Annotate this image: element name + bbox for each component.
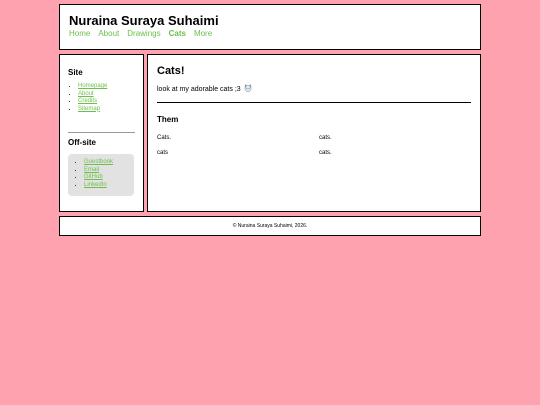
footer: © Nuraina Suraya Suhaimi, 2026. — [59, 216, 481, 236]
header: Nuraina Suraya Suhaimi Home About Drawings… — [59, 4, 481, 50]
nav-more-link[interactable]: More — [194, 29, 212, 38]
intro-text: look at my adorable cats ;3 — [157, 84, 252, 93]
top-nav: Home About Drawings Cats More — [69, 29, 220, 38]
page-title: Cats! — [157, 65, 185, 77]
credits-link[interactable]: Credits — [78, 98, 97, 104]
nav-about-link[interactable]: About — [98, 29, 119, 38]
site-heading: Site — [68, 68, 83, 77]
nav-cats-link[interactable]: Cats — [169, 29, 186, 38]
section-heading: Them — [157, 115, 179, 124]
guestbook-link[interactable]: Guestbook — [84, 159, 113, 165]
cat-cell: cats. — [319, 150, 332, 156]
intro-label: look at my adorable cats ;3 — [157, 86, 241, 93]
cat-cell: cats. — [319, 135, 332, 141]
sidebar-divider — [68, 132, 135, 133]
main-divider — [157, 102, 471, 103]
list-item: About — [78, 91, 107, 99]
list-item: Email — [84, 167, 113, 175]
sidebar: Site Homepage About Credits Sitemap Off-… — [59, 54, 144, 212]
list-item: Homepage — [78, 83, 107, 91]
list-item: GitHub — [84, 174, 113, 182]
cat-face-icon — [244, 84, 252, 92]
list-item: Sitemap — [78, 106, 107, 114]
site-title: Nuraina Suraya Suhaimi — [69, 13, 219, 28]
github-link[interactable]: GitHub — [84, 174, 103, 180]
offsite-heading: Off-site — [68, 138, 96, 147]
sitemap-link[interactable]: Sitemap — [78, 106, 100, 112]
cat-cell: cats — [157, 150, 169, 156]
email-link[interactable]: Email — [84, 167, 99, 173]
main-content: Cats! look at my adorable cats ;3 Them C… — [147, 54, 481, 212]
site-links-list: Homepage About Credits Sitemap — [68, 83, 107, 113]
about-link[interactable]: About — [78, 91, 94, 97]
list-item: LinkedIn — [84, 182, 113, 190]
offsite-links-list: Guestbook Email GitHub LinkedIn — [74, 159, 113, 189]
linkedin-link[interactable]: LinkedIn — [84, 182, 107, 188]
list-item: Credits — [78, 98, 107, 106]
copyright-text: © Nuraina Suraya Suhaimi, 2026. — [232, 223, 308, 229]
nav-drawings-link[interactable]: Drawings — [127, 29, 160, 38]
homepage-link[interactable]: Homepage — [78, 83, 107, 89]
nav-home-link[interactable]: Home — [69, 29, 90, 38]
cat-cell: Cats. — [157, 135, 172, 141]
list-item: Guestbook — [84, 159, 113, 167]
